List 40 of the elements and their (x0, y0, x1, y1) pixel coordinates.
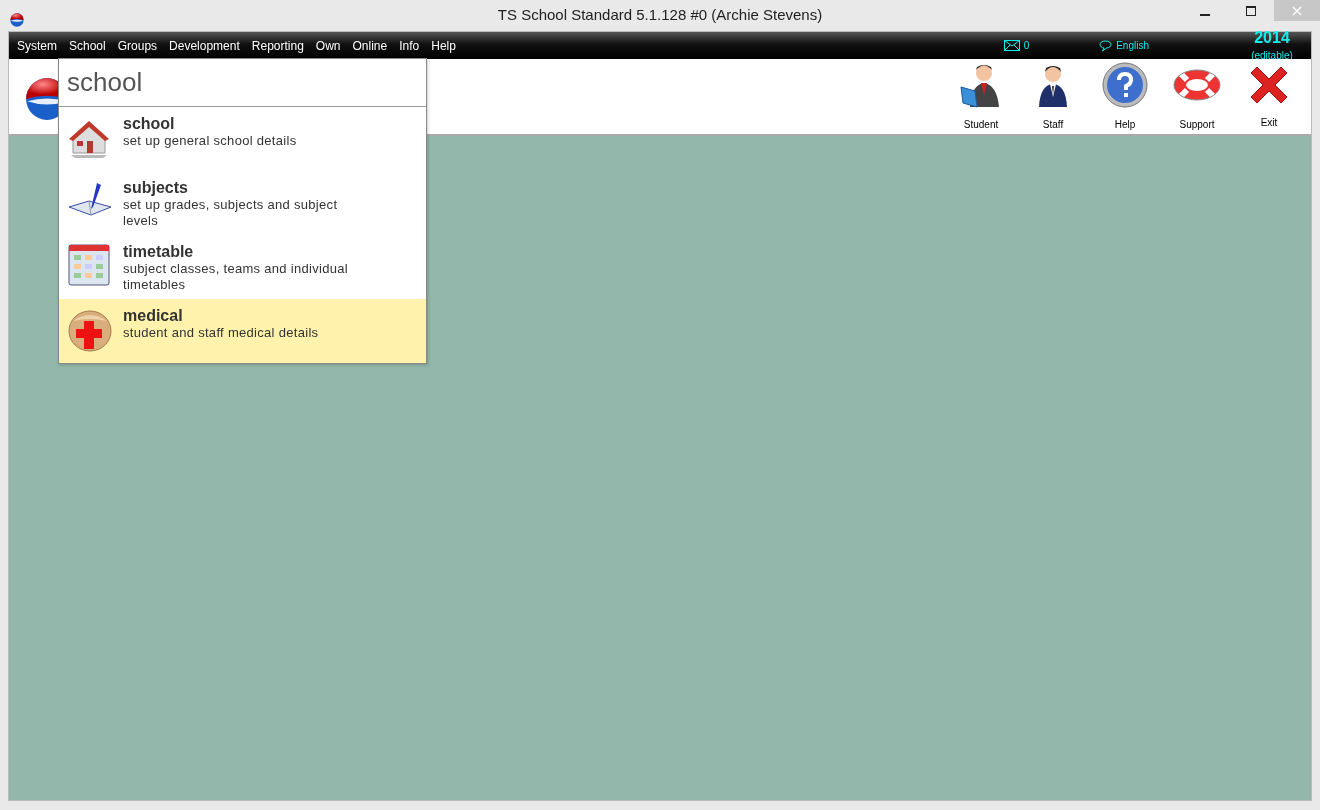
search-field[interactable]: school (59, 59, 426, 107)
menu-item[interactable]: Own (311, 36, 349, 55)
search-result[interactable]: school set up general school details (59, 107, 426, 171)
result-description: subject classes, teams and individual timetables (123, 260, 349, 293)
menu-item[interactable]: Help (427, 36, 464, 55)
result-description: student and staff medical details (123, 324, 319, 341)
result-description: set up grades, subjects and subject levels (123, 196, 339, 229)
menu-item[interactable]: Development (165, 36, 248, 55)
menu-item[interactable]: Online (348, 36, 396, 55)
result-title: medical (123, 307, 184, 325)
year-note: (editable) (1251, 49, 1293, 61)
app-logo-icon (10, 12, 24, 27)
window-title: TS School Standard 5.1.128 #0 (Archie Stevens) (497, 5, 823, 26)
result-title: timetable (123, 243, 195, 261)
exit-button[interactable]: Exit (1233, 63, 1305, 130)
menu-item[interactable]: Reporting (247, 36, 312, 55)
result-description: set up general school details (123, 132, 297, 149)
timetable-grid-icon (67, 243, 111, 287)
result-title: school (123, 115, 176, 133)
student-button[interactable]: Student (945, 61, 1017, 132)
menu-item[interactable]: Groups (113, 36, 166, 55)
support-button[interactable]: Support (1161, 61, 1233, 132)
help-button[interactable]: Help (1089, 61, 1161, 132)
medical-cross-icon (67, 307, 113, 353)
close-icon (1292, 5, 1302, 16)
staff-button[interactable]: Staff (1017, 61, 1089, 132)
menu-item[interactable]: System (13, 36, 65, 55)
language-link[interactable]: English (1116, 38, 1149, 53)
result-title: subjects (123, 179, 189, 197)
menu-item[interactable]: Info (395, 36, 428, 55)
message-count: 0 (1023, 39, 1030, 53)
envelope-icon (1003, 40, 1020, 51)
speech-bubble-icon (1099, 39, 1113, 52)
search-result[interactable]: subjects set up grades, subjects and subject levels (59, 171, 426, 235)
year-label[interactable]: 2014 (1241, 29, 1303, 46)
menu-item[interactable]: School (65, 36, 114, 55)
search-result[interactable]: medical student and staff medical details (59, 299, 426, 363)
minimize-icon (1200, 13, 1210, 16)
maximize-icon (1246, 5, 1256, 16)
search-result[interactable]: timetable subject classes, teams and individual timetables (59, 235, 426, 299)
